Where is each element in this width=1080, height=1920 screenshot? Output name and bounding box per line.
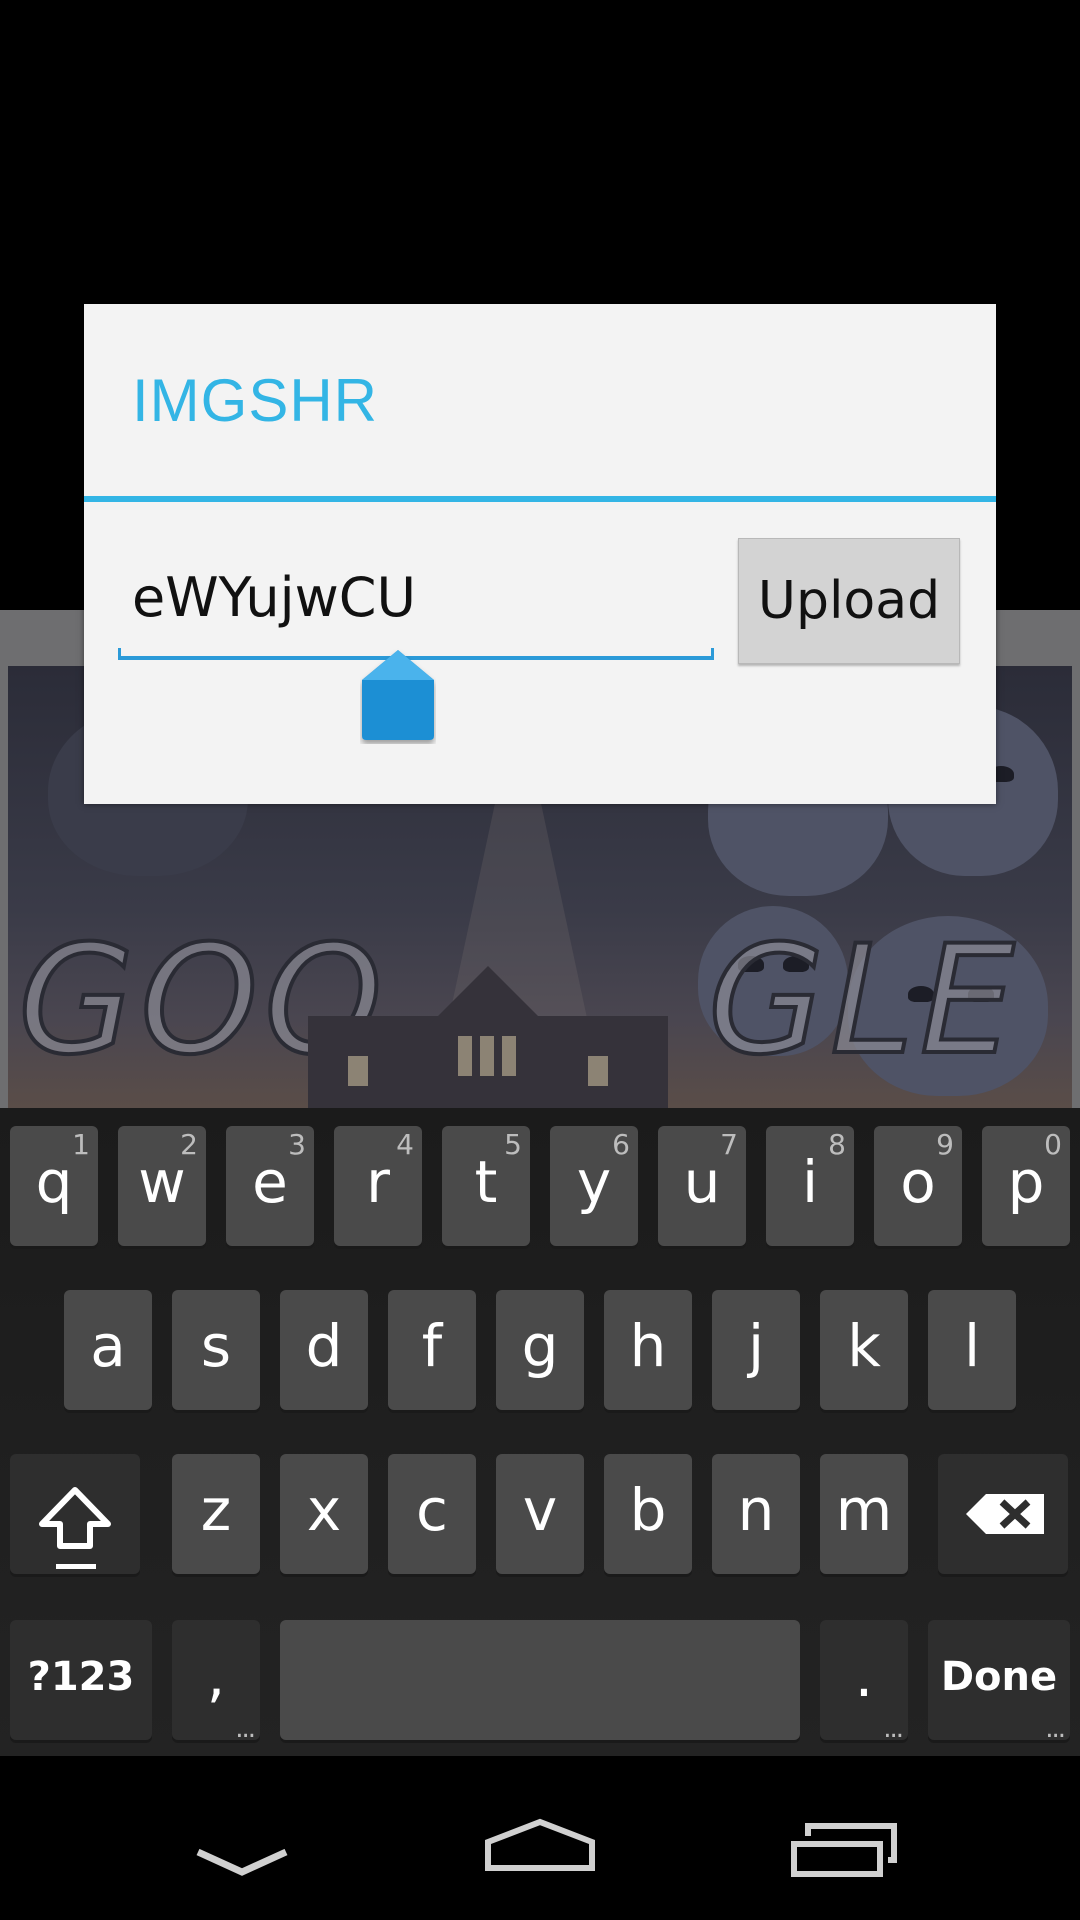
key-s[interactable]: s xyxy=(172,1290,260,1410)
key-p-hint: 0 xyxy=(1044,1128,1062,1161)
done-key[interactable]: Done... xyxy=(928,1620,1070,1744)
shift-key[interactable] xyxy=(10,1454,140,1574)
key-y[interactable]: y6 xyxy=(550,1126,638,1246)
key-j-label: j xyxy=(747,1311,765,1380)
home-icon xyxy=(485,1818,595,1871)
navigation-bar xyxy=(0,1756,1080,1920)
key-m[interactable]: m xyxy=(820,1454,908,1574)
key-h-label: h xyxy=(629,1311,667,1380)
key-b-label: b xyxy=(629,1475,667,1544)
period-key-more-indicator: ... xyxy=(883,1714,904,1744)
key-g[interactable]: g xyxy=(496,1290,584,1410)
done-key-label: Done xyxy=(940,1654,1058,1701)
key-v-label: v xyxy=(522,1475,558,1544)
key-p[interactable]: p0 xyxy=(982,1126,1070,1246)
key-q[interactable]: q1 xyxy=(10,1126,98,1246)
key-f-label: f xyxy=(421,1311,443,1380)
comma-key[interactable]: ,... xyxy=(172,1620,260,1744)
text-cursor-handle[interactable] xyxy=(360,646,436,744)
title-divider xyxy=(84,496,996,502)
doodle-text-right: GLE xyxy=(706,912,1021,1090)
key-n-label: n xyxy=(737,1475,775,1544)
key-f[interactable]: f xyxy=(388,1290,476,1410)
key-r[interactable]: r4 xyxy=(334,1126,422,1246)
key-e[interactable]: e3 xyxy=(226,1126,314,1246)
key-r-hint: 4 xyxy=(396,1128,414,1161)
period-key[interactable]: .... xyxy=(820,1620,908,1744)
key-i-hint: 8 xyxy=(828,1128,846,1161)
soft-keyboard: q 1 w 2 e 3 r 4 t 5 y 6 u 7 i 8 o 9 p 0 a s d f g h j k l z x c v b n m ?123… xyxy=(0,1108,1080,1756)
key-d-label: d xyxy=(305,1311,343,1380)
key-l[interactable]: l xyxy=(928,1290,1016,1410)
recents-button[interactable] xyxy=(742,1756,942,1920)
dialog-title: IMGSHR xyxy=(132,367,378,434)
key-o-hint: 9 xyxy=(936,1128,954,1161)
space-key[interactable] xyxy=(280,1620,800,1740)
backspace-key[interactable] xyxy=(938,1454,1068,1574)
key-u-hint: 7 xyxy=(720,1128,738,1161)
key-k-label: k xyxy=(847,1311,881,1380)
key-z-label: z xyxy=(200,1475,232,1544)
key-z[interactable]: z xyxy=(172,1454,260,1574)
recents-icon xyxy=(791,1823,897,1877)
upload-dialog: IMGSHR Upload xyxy=(84,304,996,804)
back-chevron-icon xyxy=(196,1848,288,1876)
symbols-key[interactable]: ?123 xyxy=(10,1620,152,1740)
key-x[interactable]: x xyxy=(280,1454,368,1574)
key-y-hint: 6 xyxy=(612,1128,630,1161)
key-c-label: c xyxy=(416,1475,448,1544)
key-t[interactable]: t5 xyxy=(442,1126,530,1246)
key-v[interactable]: v xyxy=(496,1454,584,1574)
key-o[interactable]: o9 xyxy=(874,1126,962,1246)
key-k[interactable]: k xyxy=(820,1290,908,1410)
key-h[interactable]: h xyxy=(604,1290,692,1410)
comma-key-label: , xyxy=(206,1641,226,1710)
key-s-label: s xyxy=(200,1311,232,1380)
home-button[interactable] xyxy=(440,1756,640,1920)
key-w-hint: 2 xyxy=(180,1128,198,1161)
key-g-label: g xyxy=(521,1311,559,1380)
back-button[interactable] xyxy=(142,1756,342,1920)
key-m-label: m xyxy=(835,1475,893,1544)
key-c[interactable]: c xyxy=(388,1454,476,1574)
key-w[interactable]: w2 xyxy=(118,1126,206,1246)
key-a-label: a xyxy=(90,1311,126,1380)
key-d[interactable]: d xyxy=(280,1290,368,1410)
key-l-label: l xyxy=(963,1311,981,1380)
key-i[interactable]: i8 xyxy=(766,1126,854,1246)
comma-key-more-indicator: ... xyxy=(235,1714,256,1744)
key-u[interactable]: u7 xyxy=(658,1126,746,1246)
image-code-input[interactable] xyxy=(118,554,714,640)
key-t-hint: 5 xyxy=(504,1128,522,1161)
key-j[interactable]: j xyxy=(712,1290,800,1410)
key-q-hint: 1 xyxy=(72,1128,90,1161)
symbols-key-label: ?123 xyxy=(27,1654,135,1701)
key-a[interactable]: a xyxy=(64,1290,152,1410)
done-key-more-indicator: ... xyxy=(1045,1714,1066,1744)
key-b[interactable]: b xyxy=(604,1454,692,1574)
period-key-label: . xyxy=(854,1641,874,1710)
upload-button[interactable]: Upload xyxy=(738,538,960,664)
key-n[interactable]: n xyxy=(712,1454,800,1574)
key-x-label: x xyxy=(306,1475,342,1544)
key-e-hint: 3 xyxy=(288,1128,306,1161)
